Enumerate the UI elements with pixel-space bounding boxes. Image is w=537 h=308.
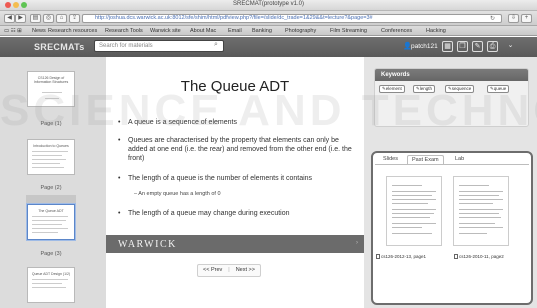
back-arrow-icon[interactable]: ◀ <box>4 14 15 23</box>
bookmark-warwick-site[interactable]: Warwick site <box>150 26 181 35</box>
thumbnail-page-2[interactable]: Introduction to Queues <box>27 139 75 175</box>
tab-divider <box>375 164 529 165</box>
related-materials-panel: Slides Past Exam Lab cs126-2012-13, page… <box>371 151 533 305</box>
thumbnail-page-label: Page (2) <box>40 185 62 191</box>
bookmark-conferences[interactable]: Conferences <box>381 26 412 35</box>
slide-footer: WARWICK › <box>106 235 364 253</box>
forward-arrow-icon[interactable]: ▶ <box>15 14 26 23</box>
slide-sub-bullet: – An empty queue has a length of 0 <box>134 191 354 197</box>
keywords-heading: Keywords <box>375 69 528 81</box>
bookmarks-bar: ▭ ☷ ⊞ News Research resources Research T… <box>0 26 537 36</box>
keyword-label: queue <box>493 86 507 91</box>
search-input[interactable]: Search for materials <box>94 40 224 52</box>
bullet-text: The length of a queue may change during … <box>128 210 290 217</box>
sub-bullet-text: An empty queue has a length of 0 <box>138 191 221 197</box>
bullet-text: The length of a queue is the number of e… <box>128 175 313 182</box>
reload-icon[interactable]: ↻ <box>490 15 495 22</box>
thumbnail-page-4[interactable]: Queue ADT Design (1/2) <box>27 267 75 303</box>
slide-bullet: • A queue is a sequence of elements <box>118 118 356 127</box>
bullet-text: A queue is a sequence of elements <box>128 119 237 126</box>
bookmark-film-streaming[interactable]: Film Streaming <box>330 26 367 35</box>
share-icon[interactable]: ⇪ <box>69 14 80 23</box>
keyword-tag-queue[interactable]: ✎queue <box>487 85 510 93</box>
keyword-tag-length[interactable]: ✎length <box>413 85 436 93</box>
next-button[interactable]: Next >> <box>231 265 260 276</box>
copy-icon[interactable]: ❐ <box>457 41 468 52</box>
thumbnail-separator <box>26 195 76 203</box>
address-bar[interactable]: http://joshua.dcs.warwick.ac.uk:8012/sfe… <box>82 14 502 23</box>
past-exam-link-2[interactable]: cs126-2010-11, page2 <box>454 254 504 259</box>
window-title: SRECMAT(prototype v1.0) <box>233 1 304 7</box>
thumbnail-title: The Queue ADT <box>38 209 64 213</box>
slide-title: The Queue ADT <box>180 78 290 95</box>
document-icon <box>454 254 458 259</box>
tab-overview-icon[interactable]: ▤ <box>30 14 41 23</box>
past-exam-thumbnail-1[interactable] <box>386 176 442 246</box>
bookmark-news[interactable]: News <box>32 26 46 35</box>
bullet-icon: • <box>118 210 121 217</box>
bookmark-photography[interactable]: Photography <box>285 26 316 35</box>
bookmarks-icon[interactable]: ▭ ☷ ⊞ <box>4 26 22 35</box>
tab-slides[interactable]: Slides <box>379 155 402 164</box>
home-icon[interactable]: ⌂ <box>56 14 67 23</box>
browser-toolbar: ◀ ▶ ▤ ◎ ⌂ ⇪ http://joshua.dcs.warwick.ac… <box>0 11 537 26</box>
document-icon <box>376 254 380 259</box>
bullet-icon: • <box>118 119 121 126</box>
bookmark-about-mac[interactable]: About Mac <box>190 26 216 35</box>
window-titlebar: SRECMAT(prototype v1.0) <box>0 0 537 11</box>
slide-bullet: • The length of a queue is the number of… <box>118 174 356 183</box>
bookmark-banking[interactable]: Banking <box>252 26 272 35</box>
slide-bullet: • The length of a queue may change durin… <box>118 209 356 218</box>
keywords-panel: Keywords ✎element ✎length ✎sequence ✎que… <box>374 68 529 127</box>
keyword-label: length <box>419 86 433 91</box>
bookmark-hacking[interactable]: Hacking <box>426 26 446 35</box>
thumbnail-page-label: Page (1) <box>40 121 62 127</box>
past-exam-link-1[interactable]: cs126-2012-13, page1 <box>376 254 426 259</box>
tab-lab[interactable]: Lab <box>451 155 468 164</box>
keyword-label: element <box>385 86 402 91</box>
thumbnail-page-label: Page (3) <box>40 251 62 257</box>
thumbnail-title: CS126 Design of Information Structures <box>33 76 69 84</box>
past-exam-thumbnail-2[interactable] <box>453 176 509 246</box>
bullet-icon: • <box>118 175 121 182</box>
search-icon[interactable]: ⌕ <box>214 41 218 49</box>
prev-button[interactable]: << Prev <box>198 265 227 276</box>
edit-icon[interactable]: ✎ <box>472 41 483 52</box>
app-header: SRECMATs Search for materials ⌕ 👤 patch1… <box>0 37 537 57</box>
bookmark-email[interactable]: Email <box>228 26 242 35</box>
bookmark-research-resources[interactable]: Research resources <box>48 26 97 35</box>
slide-viewer: The Queue ADT • A queue is a sequence of… <box>106 57 364 257</box>
bullet-text: Queues are characterised by the property… <box>128 137 352 162</box>
keyword-tag-element[interactable]: ✎element <box>379 85 405 93</box>
chevron-down-icon[interactable]: ⌄ <box>505 41 516 52</box>
bullet-icon: • <box>118 137 121 144</box>
document-label: cs126-2012-13, page1 <box>381 254 427 259</box>
app-logo[interactable]: SRECMATs <box>34 42 85 52</box>
keyword-label: sequence <box>451 86 472 91</box>
export-icon[interactable]: ⎙ <box>487 41 498 52</box>
thumbnail-page-1[interactable]: CS126 Design of Information Structures <box>27 71 75 107</box>
slide-pager: << Prev | Next >> <box>197 264 261 277</box>
bookmark-research-tools[interactable]: Research Tools <box>105 26 143 35</box>
thumbnail-title: Queue ADT Design (1/2) <box>31 272 71 276</box>
warwick-logo: WARWICK <box>118 239 177 250</box>
slide-bullet: • Queues are characterised by the proper… <box>118 136 356 163</box>
downloads-icon[interactable]: ⇩ <box>508 14 519 23</box>
username[interactable]: patch121 <box>411 43 438 50</box>
document-label: cs126-2010-11, page2 <box>459 254 504 259</box>
thumbnail-page-3[interactable]: The Queue ADT <box>27 204 75 240</box>
reader-icon[interactable]: ◎ <box>43 14 54 23</box>
tab-past-exam[interactable]: Past Exam <box>407 155 444 164</box>
slide-thumbnail-list: CS126 Design of Information Structures P… <box>0 57 106 308</box>
keyword-tag-sequence[interactable]: ✎sequence <box>445 85 475 93</box>
sidebar-toggle-icon[interactable]: + <box>521 14 532 23</box>
document-icon[interactable]: ▦ <box>442 41 453 52</box>
thumbnail-title: Introduction to Queues <box>33 144 69 148</box>
next-slide-arrow-icon[interactable]: › <box>356 240 358 246</box>
